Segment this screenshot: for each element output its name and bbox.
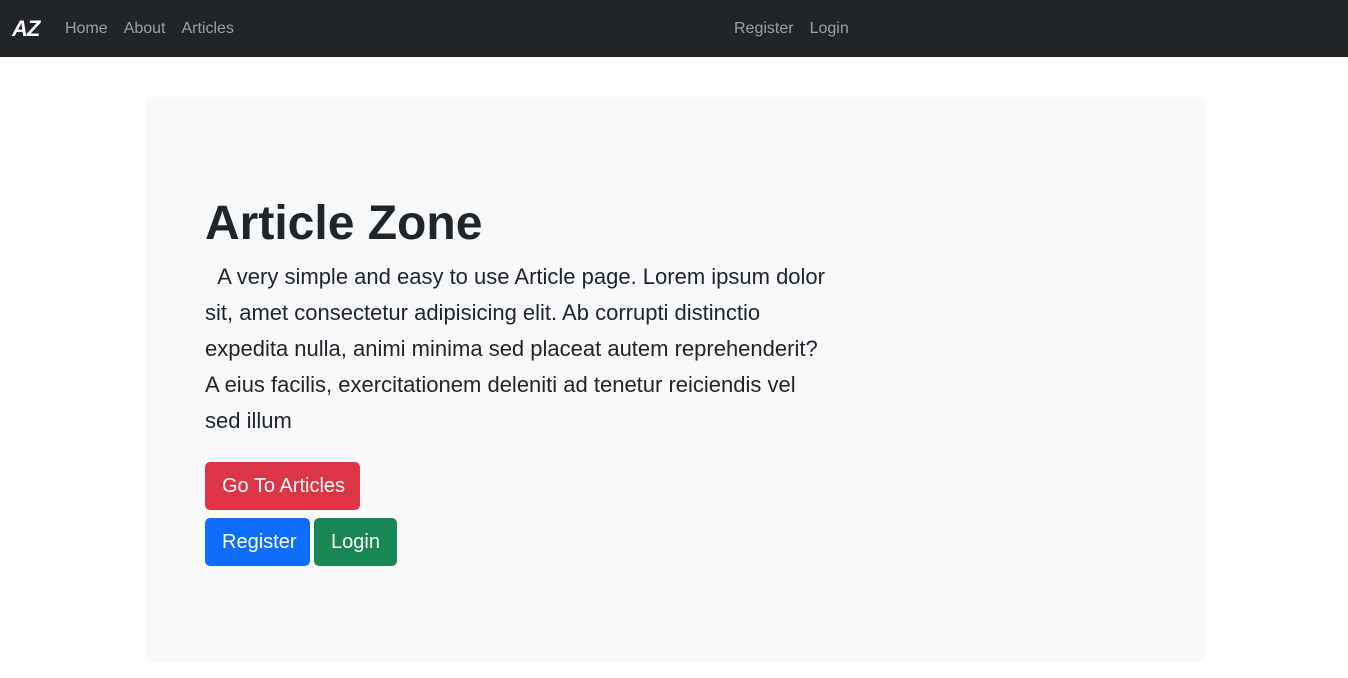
nav-link-login[interactable]: Login bbox=[810, 17, 849, 41]
nav-right-links: Register Login bbox=[734, 0, 849, 57]
nav-link-about[interactable]: About bbox=[124, 17, 166, 41]
go-to-articles-button[interactable]: Go To Articles bbox=[205, 462, 360, 510]
nav-link-articles[interactable]: Articles bbox=[182, 17, 234, 41]
login-button[interactable]: Login bbox=[314, 518, 397, 566]
nav-left-links: Home About Articles bbox=[65, 0, 234, 57]
register-button[interactable]: Register bbox=[205, 518, 310, 566]
top-navbar: AZ Home About Articles Register Login bbox=[0, 0, 1348, 57]
page-title: Article Zone bbox=[205, 197, 483, 250]
brand-logo[interactable]: AZ bbox=[12, 16, 40, 42]
hero-section: Article Zone A very simple and easy to u… bbox=[145, 97, 1205, 662]
hero-description: A very simple and easy to use Article pa… bbox=[205, 264, 832, 433]
nav-link-home[interactable]: Home bbox=[65, 17, 108, 41]
nav-link-register[interactable]: Register bbox=[734, 17, 794, 41]
